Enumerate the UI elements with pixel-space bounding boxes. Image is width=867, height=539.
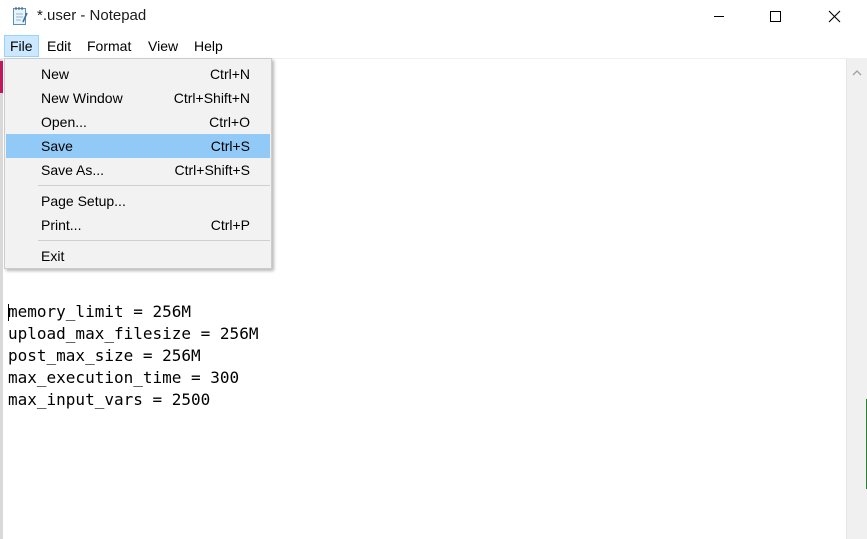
menu-format[interactable]: Format xyxy=(82,35,136,57)
window-title: *.user - Notepad xyxy=(37,7,147,24)
menu-view[interactable]: View xyxy=(143,35,183,57)
title-bar: *.user - Notepad xyxy=(0,0,867,33)
minimize-icon xyxy=(713,10,725,22)
maximize-button[interactable] xyxy=(746,0,804,32)
menu-file[interactable]: File xyxy=(4,35,39,57)
chevron-up-icon[interactable] xyxy=(851,65,863,76)
background-window-edge xyxy=(0,61,3,93)
minimize-button[interactable] xyxy=(690,0,748,32)
menu-item-save[interactable]: Save Ctrl+S xyxy=(6,134,270,158)
menu-item-new[interactable]: New Ctrl+N xyxy=(6,62,270,86)
menu-item-exit[interactable]: Exit xyxy=(6,244,270,268)
menu-item-save-as[interactable]: Save As... Ctrl+Shift+S xyxy=(6,158,270,182)
menu-item-new-window[interactable]: New Window Ctrl+Shift+N xyxy=(6,86,270,110)
text-caret xyxy=(8,304,9,321)
menu-help[interactable]: Help xyxy=(189,35,228,57)
menu-edit[interactable]: Edit xyxy=(42,35,76,57)
close-icon xyxy=(828,10,841,23)
file-menu-dropdown: New Ctrl+N New Window Ctrl+Shift+N Open.… xyxy=(4,58,272,269)
editor-content[interactable]: memory_limit = 256M upload_max_filesize … xyxy=(8,301,258,411)
vertical-scrollbar[interactable] xyxy=(846,59,867,539)
menu-item-page-setup[interactable]: Page Setup... xyxy=(6,189,270,213)
maximize-icon xyxy=(769,10,781,22)
notepad-icon xyxy=(12,6,28,26)
close-button[interactable] xyxy=(805,0,863,32)
menu-separator xyxy=(38,240,270,241)
menu-bar: File Edit Format View Help xyxy=(0,33,867,59)
menu-separator xyxy=(38,185,270,186)
menu-item-print[interactable]: Print... Ctrl+P xyxy=(6,213,270,237)
menu-item-open[interactable]: Open... Ctrl+O xyxy=(6,110,270,134)
